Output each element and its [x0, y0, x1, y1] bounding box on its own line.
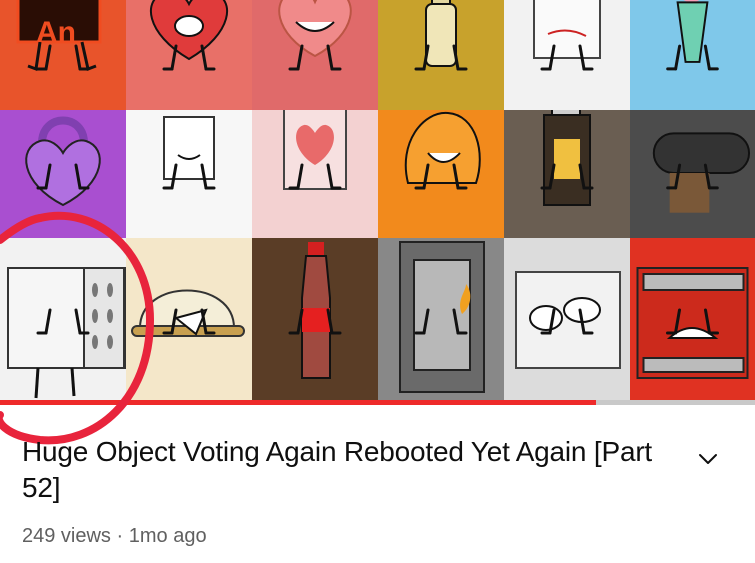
tile-flower-pot	[630, 0, 755, 110]
tile-card-heart-character-icon	[283, 110, 347, 190]
view-count: 249 views	[22, 525, 111, 547]
tile-padlock	[0, 110, 126, 238]
tile-dice-box	[0, 238, 126, 400]
tile-dice-box-character-icon	[7, 267, 126, 399]
tile-cube	[504, 238, 630, 400]
tile-padlock-character-icon	[25, 116, 101, 207]
tile-cage-character-icon	[636, 267, 749, 379]
watch-progress-fill	[0, 400, 597, 405]
tile-lighter	[504, 110, 630, 238]
tile-blank-card-character-icon	[162, 116, 216, 190]
tile-heart-character-icon	[150, 0, 228, 71]
tile-cage	[630, 238, 755, 400]
tile-gift-heart-character-icon	[278, 0, 352, 71]
tile-blank-card	[126, 110, 252, 238]
tile-lighter-character-icon	[540, 110, 594, 206]
tile-flower-pot-character-icon	[666, 0, 719, 71]
tile-cube-character-icon	[515, 271, 621, 369]
tile-beanbag-character-icon	[404, 111, 481, 190]
tile-bottle-character-icon	[414, 0, 468, 71]
tile-cannon	[630, 110, 755, 238]
video-metadata: 249 views · 1mo ago	[22, 525, 207, 548]
tile-gift-heart	[252, 0, 378, 110]
tile-cannon-character-icon	[652, 132, 751, 213]
tile-dome-character-icon	[131, 289, 245, 337]
tile-lantern	[378, 238, 504, 400]
tile-dome	[126, 238, 252, 400]
meta-separator: ·	[116, 525, 124, 547]
tile-paper	[504, 0, 630, 110]
tile-card-heart	[252, 110, 378, 238]
video-title[interactable]: Huge Object Voting Again Rebooted Yet Ag…	[22, 434, 662, 506]
video-thumbnail[interactable]: An	[0, 0, 755, 405]
chevron-down-icon	[699, 454, 717, 464]
tile-soda-bottle	[252, 238, 378, 400]
tile-lantern-character-icon	[399, 241, 485, 393]
tile-soda-bottle-character-icon	[288, 242, 342, 379]
tile-bottle	[378, 0, 504, 110]
tile-animate-logo: An	[0, 0, 126, 110]
watch-progress-bar	[0, 400, 755, 405]
tile-beanbag	[378, 110, 504, 238]
upload-age: 1mo ago	[128, 525, 207, 547]
tile-paper-character-icon	[533, 0, 601, 71]
animate-logo-label: An	[36, 16, 76, 49]
character-collage: An	[0, 0, 755, 400]
tile-heart	[126, 0, 252, 110]
expand-description-button[interactable]	[690, 441, 726, 477]
